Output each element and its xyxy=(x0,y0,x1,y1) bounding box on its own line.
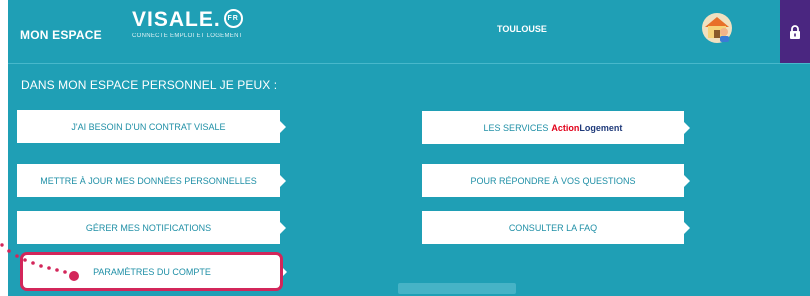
logo-action: Action xyxy=(551,122,580,133)
contract-visale-button[interactable]: J'AI BESOIN D'UN CONTRAT VISALE xyxy=(17,110,286,143)
lock-icon xyxy=(790,24,800,39)
update-personal-data-label: METTRE À JOUR MES DONNÉES PERSONNELLES xyxy=(40,175,257,186)
pointer-dot xyxy=(0,243,4,247)
visale-logo[interactable]: VISALE. FR CONNECTE EMPLOI ET LOGEMENT xyxy=(132,8,243,39)
services-label: LES SERVICES xyxy=(483,122,549,133)
contract-visale-label: J'AI BESOIN D'UN CONTRAT VISALE xyxy=(71,121,226,132)
logo-logement: Logement xyxy=(579,122,623,133)
lock-button[interactable] xyxy=(780,0,810,63)
fr-badge-icon: FR xyxy=(223,9,243,28)
highlight-frame xyxy=(20,252,283,291)
logo-text: VISALE. xyxy=(132,8,221,31)
answer-questions-button[interactable]: POUR RÉPONDRE À VOS QUESTIONS xyxy=(422,164,690,197)
action-logement-logo: ActionLogement xyxy=(551,123,622,133)
logo-tagline: CONNECTE EMPLOI ET LOGEMENT xyxy=(132,33,243,39)
manage-notifications-label: GÉRER MES NOTIFICATIONS xyxy=(85,222,212,233)
section-title: DANS MON ESPACE PERSONNEL JE PEUX : xyxy=(21,78,278,92)
logo-wordmark: VISALE. FR xyxy=(132,8,243,32)
action-logement-services-button[interactable]: LES SERVICES ActionLogement xyxy=(422,111,690,144)
manage-notifications-button[interactable]: GÉRER MES NOTIFICATIONS xyxy=(17,211,286,244)
update-personal-data-button[interactable]: METTRE À JOUR MES DONNÉES PERSONNELLES xyxy=(17,164,286,197)
consult-faq-button[interactable]: CONSULTER LA FAQ xyxy=(422,211,690,244)
answer-questions-label: POUR RÉPONDRE À VOS QUESTIONS xyxy=(470,175,636,186)
consult-faq-label: CONSULTER LA FAQ xyxy=(508,222,598,233)
top-header: MON ESPACE VISALE. FR CONNECTE EMPLOI ET… xyxy=(8,0,810,63)
header-divider xyxy=(8,63,810,64)
mon-espace-title[interactable]: MON ESPACE xyxy=(20,28,102,42)
faint-bottom-element xyxy=(398,283,516,294)
house-user-icon[interactable] xyxy=(701,12,733,44)
city-label: TOULOUSE xyxy=(497,24,547,34)
